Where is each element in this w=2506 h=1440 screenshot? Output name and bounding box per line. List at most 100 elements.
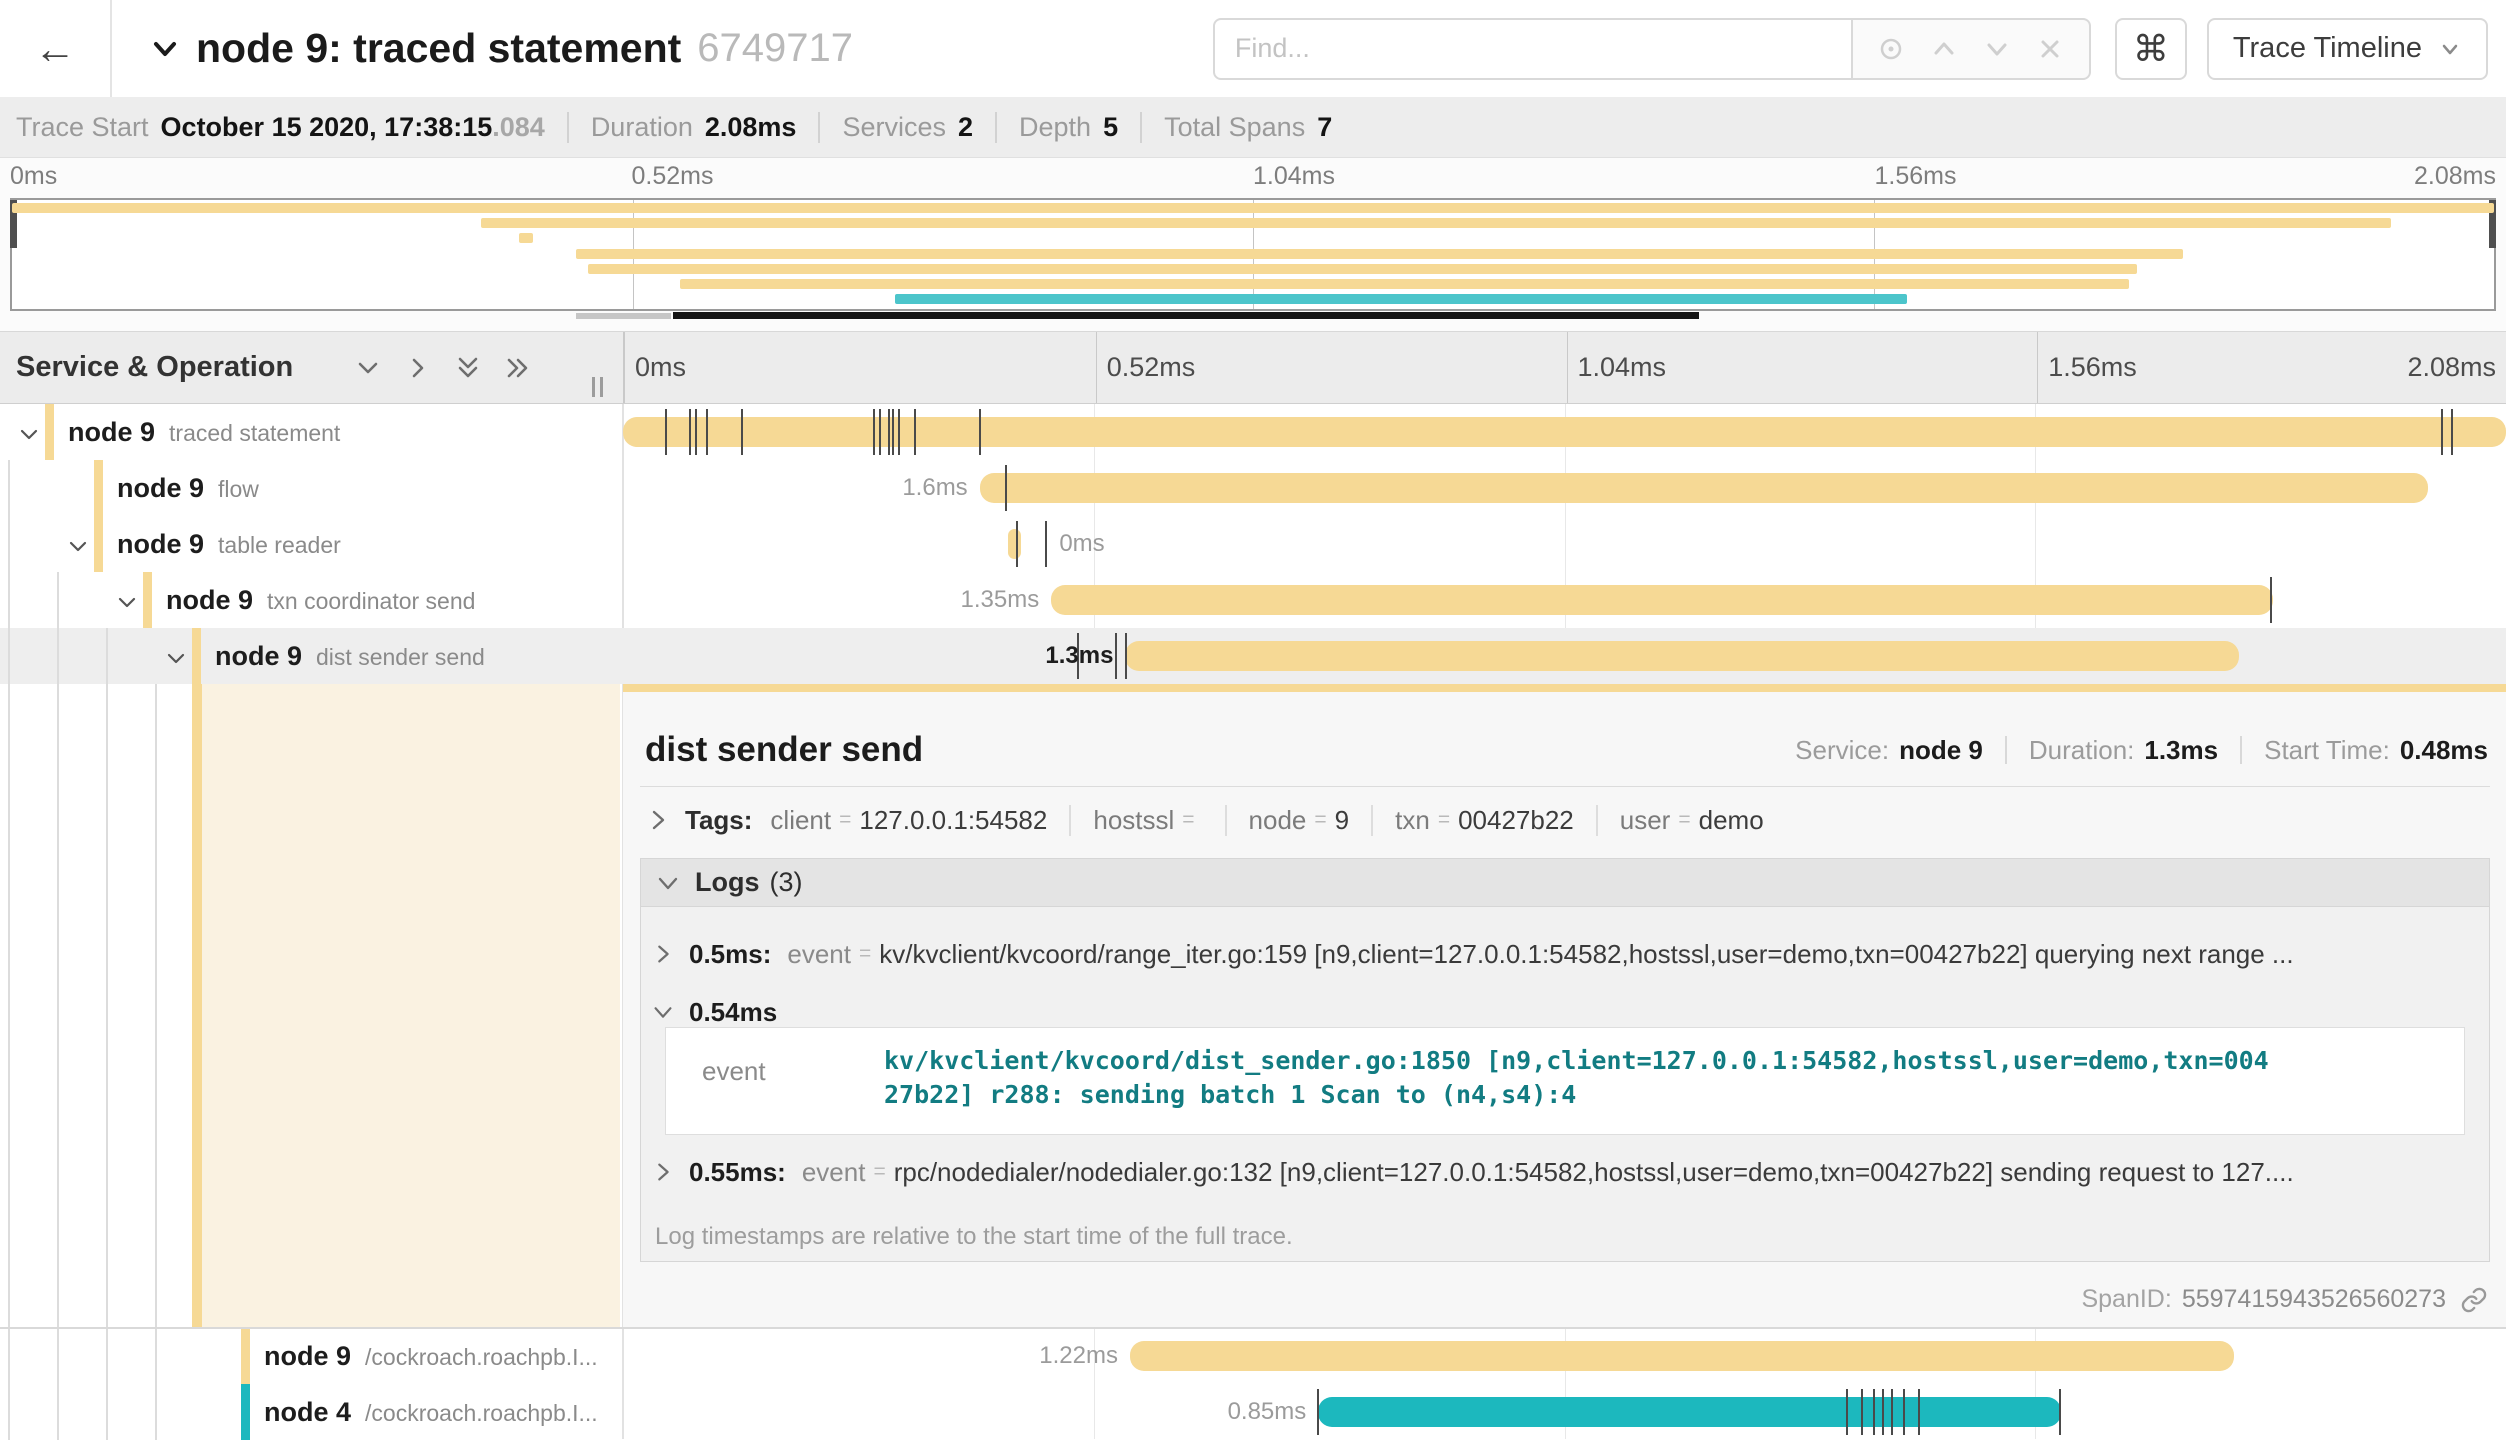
log-entry-row[interactable]: 0.5ms: event = kv/kvclient/kvcoord/range… (651, 929, 2479, 979)
logs-accordion-header[interactable]: Logs (3) (641, 859, 2489, 907)
find-input[interactable] (1213, 18, 1853, 80)
log-marker-tick[interactable] (1016, 521, 1018, 567)
focus-match-icon[interactable] (1875, 33, 1907, 65)
log-marker-tick[interactable] (979, 409, 981, 455)
minimap-span-bar (576, 249, 2182, 259)
span-tree-row[interactable]: node 9flow (0, 460, 620, 516)
service-operation-title: Service & Operation (16, 351, 293, 384)
span-service-name: node 9/cockroach.roachpb.I... (264, 1341, 598, 1372)
log-marker-tick[interactable] (1125, 633, 1127, 679)
minimap-span-bar (12, 203, 2494, 213)
log-marker-tick[interactable] (1891, 1389, 1893, 1435)
log-marker-tick[interactable] (741, 409, 743, 455)
collapse-all-icon[interactable] (503, 353, 533, 383)
span-service-name: node 9txn coordinator send (166, 585, 475, 616)
span-duration-bar[interactable] (1130, 1341, 2234, 1371)
span-duration-bar[interactable] (1051, 585, 2273, 615)
log-marker-tick[interactable] (665, 409, 667, 455)
span-tree-row[interactable]: node 9traced statement (0, 404, 620, 460)
log-marker-tick[interactable] (689, 409, 691, 455)
span-color-bar (94, 460, 103, 516)
log-marker-tick[interactable] (1846, 1389, 1848, 1435)
trace-stats-bar: Trace StartOctober 15 2020, 17:38:15.084… (0, 97, 2506, 158)
span-expand-chevron-icon[interactable] (16, 421, 42, 447)
span-timeline-row[interactable]: 0ms (623, 516, 2506, 572)
duration-value: 1.3ms (2144, 735, 2218, 766)
tag-item: user=demo (1596, 805, 1764, 836)
log-marker-tick[interactable] (706, 409, 708, 455)
span-timeline-row[interactable]: 0.85ms (623, 1384, 2506, 1440)
span-timeline-row[interactable]: 1.22ms (623, 1328, 2506, 1384)
trace-minimap[interactable] (10, 198, 2496, 311)
span-timeline-row[interactable]: 1.3ms (623, 628, 2506, 684)
log-marker-tick[interactable] (1903, 1389, 1905, 1435)
log-entry-row[interactable]: 0.55ms: event = rpc/nodedialer/nodediale… (651, 1147, 2479, 1197)
span-service-name: node 9traced statement (68, 417, 340, 448)
log-event-detail-box: event kv/kvclient/kvcoord/dist_sender.go… (665, 1027, 2465, 1135)
span-timeline-row[interactable]: 1.35ms (623, 572, 2506, 628)
expand-all-icon[interactable] (453, 353, 483, 383)
clear-find-icon[interactable] (2034, 33, 2066, 65)
back-button[interactable]: ← (0, 0, 112, 97)
span-expand-chevron-icon[interactable] (114, 589, 140, 615)
span-duration-bar[interactable] (1008, 529, 1022, 559)
log-marker-tick[interactable] (873, 409, 875, 455)
log-marker-tick[interactable] (1861, 1389, 1863, 1435)
span-operation-name: /cockroach.roachpb.I... (365, 1344, 598, 1370)
log-marker-tick[interactable] (879, 409, 881, 455)
keyboard-shortcuts-button[interactable]: ⌘ (2115, 18, 2187, 80)
span-tree-row[interactable]: node 9/cockroach.roachpb.I... (0, 1328, 620, 1384)
minimap-scrollbar-thumb[interactable] (673, 312, 1699, 319)
span-duration-bar[interactable] (1318, 1397, 2060, 1427)
span-duration-bar[interactable] (980, 473, 2428, 503)
log-marker-tick[interactable] (1873, 1389, 1875, 1435)
log-marker-tick[interactable] (1045, 521, 1047, 567)
log-value: kv/kvclient/kvcoord/range_iter.go:159 [n… (879, 939, 2293, 970)
next-match-icon[interactable] (1981, 33, 2013, 65)
span-expand-chevron-icon[interactable] (65, 533, 91, 559)
tags-accordion[interactable]: Tags: client=127.0.0.1:54582hostssl=node… (645, 796, 2488, 844)
log-marker-tick[interactable] (892, 409, 894, 455)
log-key: event (802, 1157, 866, 1188)
log-marker-tick[interactable] (1882, 1389, 1884, 1435)
span-service-name: node 9dist sender send (215, 641, 485, 672)
log-marker-tick[interactable] (888, 409, 890, 455)
indent-guide (106, 1328, 108, 1384)
minimap-span-bar (588, 264, 2137, 274)
log-marker-tick[interactable] (2270, 577, 2272, 623)
tags-label: Tags: (685, 805, 752, 836)
span-timeline-row[interactable]: 1.6ms (623, 460, 2506, 516)
log-marker-tick[interactable] (1115, 633, 1117, 679)
log-marker-tick[interactable] (1317, 1389, 1319, 1435)
log-marker-tick[interactable] (695, 409, 697, 455)
log-marker-tick[interactable] (2441, 409, 2443, 455)
expand-one-level-icon[interactable] (353, 353, 383, 383)
trace-view-selector[interactable]: Trace Timeline (2207, 18, 2488, 80)
span-duration-bar[interactable] (623, 417, 2506, 447)
span-id-label: SpanID: (2081, 1285, 2171, 1314)
span-color-bar (192, 628, 201, 684)
log-marker-tick[interactable] (1005, 465, 1007, 511)
span-expand-chevron-icon[interactable] (163, 645, 189, 671)
log-marker-tick[interactable] (914, 409, 916, 455)
collapse-one-level-icon[interactable] (403, 353, 433, 383)
log-marker-tick[interactable] (898, 409, 900, 455)
span-tree-row[interactable]: node 9dist sender send (0, 628, 620, 684)
log-timestamp: 0.5ms: (689, 939, 771, 970)
span-duration-label: 1.35ms (961, 572, 1040, 628)
span-tree-row[interactable]: node 4/cockroach.roachpb.I... (0, 1384, 620, 1440)
collapse-trace-chevron-icon[interactable] (148, 32, 182, 66)
span-operation-name: traced statement (169, 420, 340, 446)
indent-guide (155, 1328, 157, 1384)
log-marker-tick[interactable] (2059, 1389, 2061, 1435)
log-marker-tick[interactable] (1918, 1389, 1920, 1435)
span-tree-row[interactable]: node 9txn coordinator send (0, 572, 620, 628)
prev-match-icon[interactable] (1928, 33, 1960, 65)
column-resizer-grip[interactable] (592, 377, 603, 397)
span-timeline-row[interactable] (623, 404, 2506, 460)
span-tree-row[interactable]: node 9table reader (0, 516, 620, 572)
deep-link-icon[interactable] (2460, 1286, 2488, 1314)
span-duration-bar[interactable] (1125, 641, 2239, 671)
axis-tick-label: 0.52ms (1096, 332, 1196, 403)
log-marker-tick[interactable] (2451, 409, 2453, 455)
